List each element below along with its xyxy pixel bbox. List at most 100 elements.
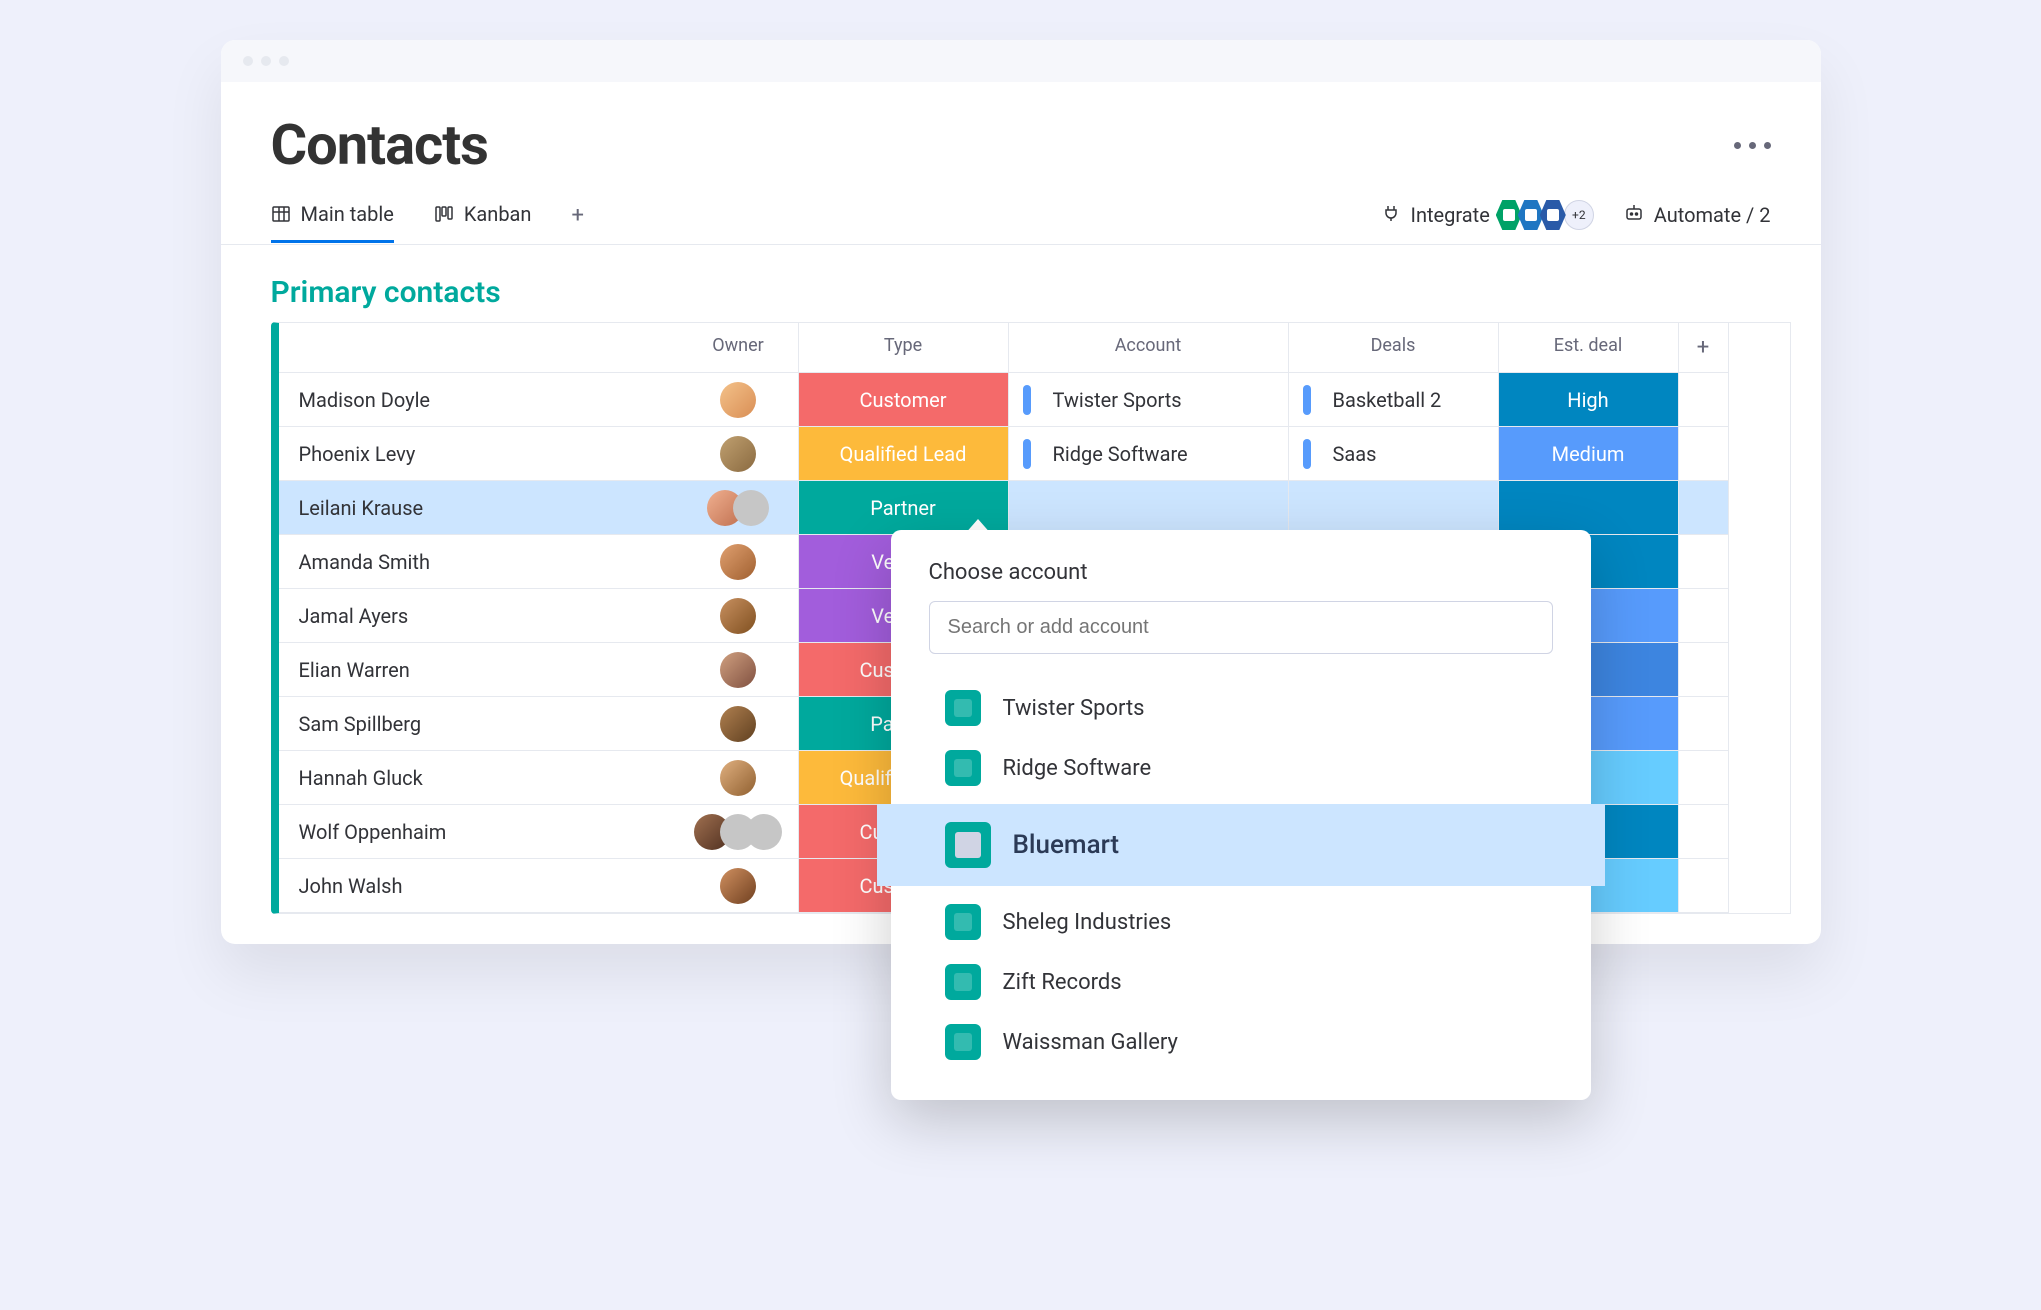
account-option-label: Zift Records [1003,970,1122,995]
table-icon [271,204,291,224]
view-tab-kanban[interactable]: Kanban [434,202,532,243]
automate-label: Automate / 2 [1654,203,1771,227]
traffic-light-dot [279,56,289,66]
account-option[interactable]: Waissman Gallery [929,1012,1553,1072]
owner-cell[interactable] [679,805,799,859]
row-end-spacer [1679,589,1729,643]
contact-name-cell[interactable]: Phoenix Levy [279,427,679,481]
column-header-type[interactable]: Type [799,323,1009,373]
account-option[interactable]: Bluemart [877,804,1605,886]
contact-name-cell[interactable]: Hannah Gluck [279,751,679,805]
account-option-label: Ridge Software [1003,756,1152,781]
row-end-spacer [1679,481,1729,535]
window-titlebar [221,40,1821,82]
type-cell[interactable]: Customer [799,373,1009,427]
deals-cell[interactable] [1289,481,1499,535]
column-header-account[interactable]: Account [1009,323,1289,373]
traffic-light-dot [261,56,271,66]
est-deal-cell[interactable]: High [1499,373,1679,427]
owner-cell[interactable] [679,589,799,643]
link-pill-icon [1023,385,1031,415]
row-end-spacer [1679,859,1729,913]
view-tab-label: Main table [301,202,394,226]
type-cell[interactable]: Qualified Lead [799,427,1009,481]
app-window: Contacts Main table Kanban + [221,40,1821,944]
contact-name-cell[interactable]: John Walsh [279,859,679,913]
deals-cell[interactable]: Saas [1289,427,1499,481]
owner-cell[interactable] [679,427,799,481]
row-end-spacer [1679,373,1729,427]
column-header-deals[interactable]: Deals [1289,323,1499,373]
view-tab-label: Kanban [464,202,532,226]
account-option-label: Bluemart [1013,830,1120,860]
contact-name-cell[interactable]: Elian Warren [279,643,679,697]
add-column-button[interactable]: + [1679,323,1729,373]
account-options-list: Twister Sports Ridge Software Bluemart Shel… [929,678,1553,1072]
integration-more-badge: +2 [1564,200,1594,230]
option-swatch-icon [945,750,981,786]
integrate-button[interactable]: Integrate +2 [1381,200,1594,230]
avatar [720,436,756,472]
owner-cell[interactable] [679,643,799,697]
avatar [720,760,756,796]
link-pill-icon [1303,439,1311,469]
owner-cell[interactable] [679,859,799,913]
row-end-spacer [1679,751,1729,805]
row-end-spacer [1679,697,1729,751]
account-option-label: Waissman Gallery [1003,1030,1178,1055]
board-title: Contacts [271,112,488,178]
integration-hex-icon [1540,200,1566,230]
link-pill-icon [1023,439,1031,469]
contact-name-cell[interactable]: Amanda Smith [279,535,679,589]
contact-name-cell[interactable]: Madison Doyle [279,373,679,427]
view-tab-main-table[interactable]: Main table [271,202,394,243]
account-option-label: Sheleg Industries [1003,910,1172,935]
account-cell[interactable]: Ridge Software [1009,427,1289,481]
account-option[interactable]: Ridge Software [929,738,1553,798]
column-header-owner[interactable]: Owner [679,323,799,373]
contact-name-cell[interactable]: Wolf Oppenhaim [279,805,679,859]
type-cell[interactable]: Partner [799,481,1009,535]
row-end-spacer [1679,643,1729,697]
owner-cell[interactable] [679,481,799,535]
contact-name-cell[interactable]: Leilani Krause [279,481,679,535]
option-swatch-icon [945,1024,981,1060]
add-view-button[interactable]: + [571,203,583,242]
row-end-spacer [1679,535,1729,589]
link-pill-icon [1303,385,1311,415]
option-swatch-icon [945,904,981,940]
account-cell[interactable]: Twister Sports [1009,373,1289,427]
contact-name-cell[interactable]: Sam Spillberg [279,697,679,751]
deals-cell[interactable]: Basketball 2 [1289,373,1499,427]
kanban-icon [434,204,454,224]
board-more-button[interactable] [1734,142,1771,149]
row-end-spacer [1679,805,1729,859]
option-swatch-icon [945,822,991,868]
est-deal-cell[interactable]: Medium [1499,427,1679,481]
est-deal-cell[interactable] [1499,481,1679,535]
owner-cell[interactable] [679,373,799,427]
option-swatch-icon [945,690,981,726]
avatar [720,868,756,904]
avatar [733,490,769,526]
account-option-label: Twister Sports [1003,696,1145,721]
integrate-label: Integrate [1411,203,1490,227]
account-option[interactable]: Zift Records [929,952,1553,1012]
owner-cell[interactable] [679,535,799,589]
account-option[interactable]: Twister Sports [929,678,1553,738]
account-option[interactable]: Sheleg Industries [929,892,1553,952]
plug-icon [1381,203,1401,228]
group-title[interactable]: Primary contacts [221,245,1821,322]
column-header-est-deal[interactable]: Est. deal [1499,323,1679,373]
account-search-input[interactable] [929,601,1553,654]
account-picker-popover: Choose account Twister Sports Ridge Softw… [891,530,1591,1100]
contact-name-cell[interactable]: Jamal Ayers [279,589,679,643]
popover-title: Choose account [929,560,1553,585]
owner-cell[interactable] [679,697,799,751]
automate-button[interactable]: Automate / 2 [1624,203,1771,228]
robot-icon [1624,203,1644,228]
column-header-name [279,323,679,373]
account-cell[interactable] [1009,481,1289,535]
row-end-spacer [1679,427,1729,481]
owner-cell[interactable] [679,751,799,805]
